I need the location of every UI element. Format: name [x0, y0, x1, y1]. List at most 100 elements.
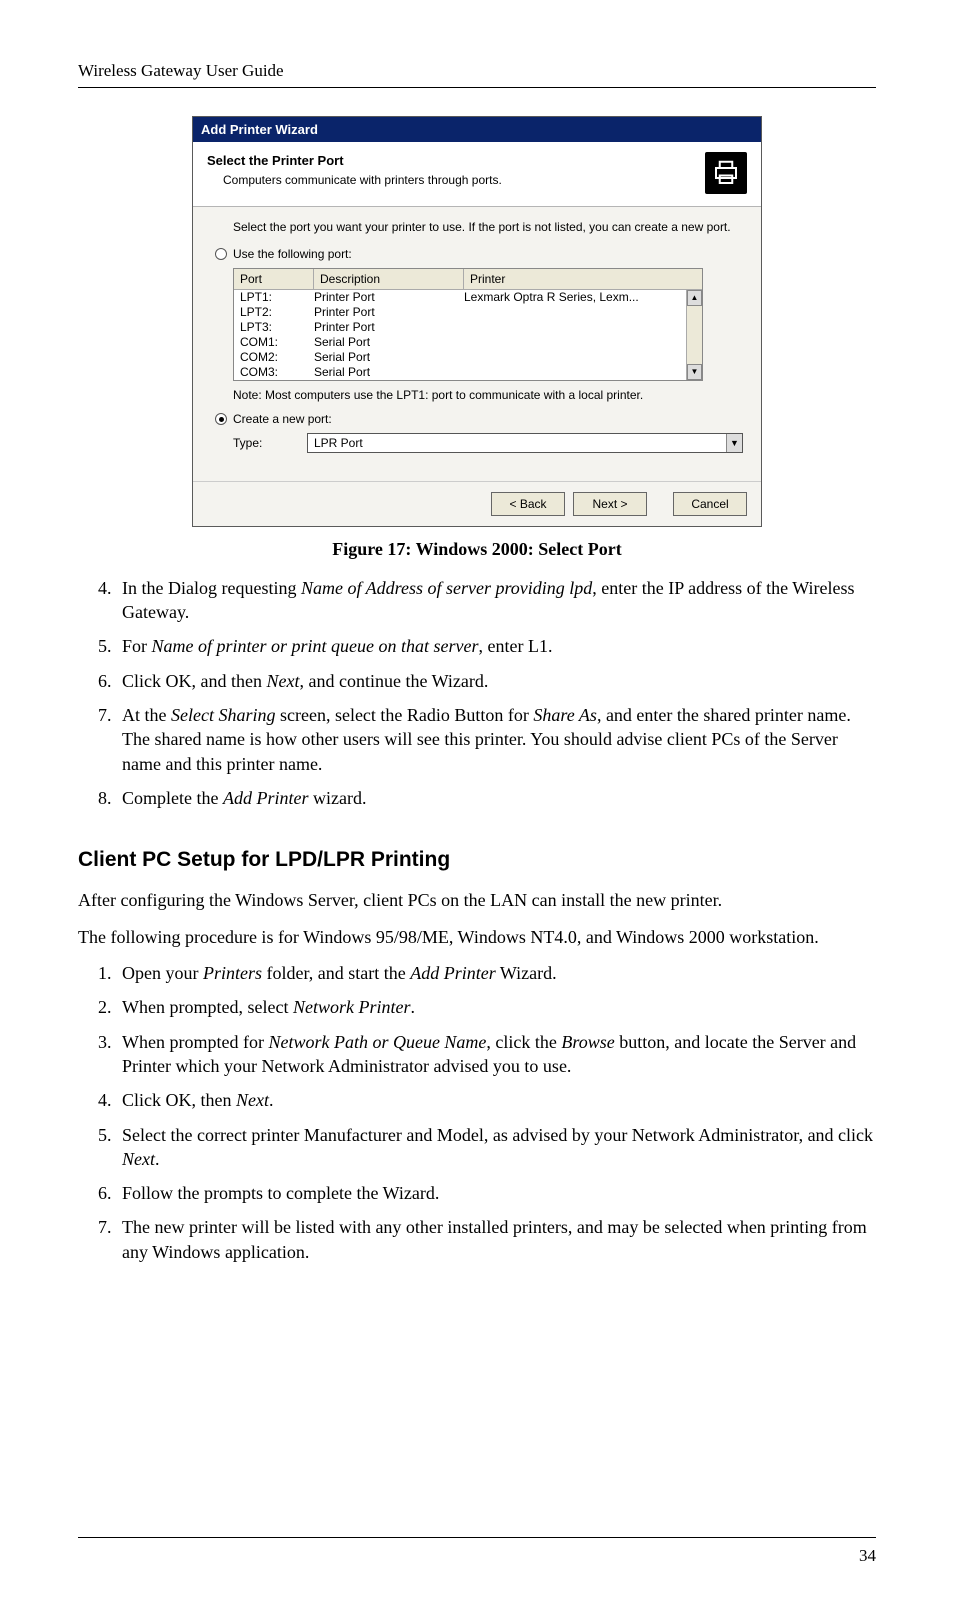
cell-desc: Serial Port [314, 365, 464, 380]
type-label: Type: [233, 435, 293, 451]
cell-desc: Printer Port [314, 305, 464, 320]
table-row[interactable]: LPT3: Printer Port [234, 320, 702, 335]
back-button[interactable]: < Back [491, 492, 565, 516]
col-header-port[interactable]: Port [234, 269, 314, 289]
dialog-heading: Select the Printer Port [207, 152, 705, 170]
list-item: Click OK, and then Next, and continue th… [116, 669, 876, 693]
text: Open your [122, 963, 203, 983]
table-row[interactable]: LPT2: Printer Port [234, 305, 702, 320]
radio-icon [215, 413, 227, 425]
text: Complete the [122, 788, 223, 808]
list-item: The new printer will be listed with any … [116, 1215, 876, 1264]
radio-use-following-port[interactable]: Use the following port: [215, 246, 743, 262]
table-row[interactable]: LPT1: Printer Port Lexmark Optra R Serie… [234, 290, 702, 305]
dialog-subheading: Computers communicate with printers thro… [223, 172, 705, 188]
list-item: At the Select Sharing screen, select the… [116, 703, 876, 776]
type-select[interactable]: LPR Port ▼ [307, 433, 743, 453]
radio-icon [215, 248, 227, 260]
scroll-down-icon[interactable]: ▼ [687, 364, 702, 380]
cell-port: LPT1: [240, 290, 314, 305]
text-italic: Next [122, 1149, 155, 1169]
dialog-body: Select the port you want your printer to… [193, 207, 761, 463]
cell-port: LPT3: [240, 320, 314, 335]
scroll-up-icon[interactable]: ▲ [687, 290, 702, 306]
text: Select the correct printer Manufacturer … [122, 1125, 873, 1145]
port-note: Note: Most computers use the LPT1: port … [233, 387, 743, 403]
port-table: Port Description Printer LPT1: Printer P… [233, 268, 703, 381]
text: . [155, 1149, 160, 1169]
chevron-down-icon[interactable]: ▼ [726, 434, 742, 452]
radio-label: Create a new port: [233, 411, 332, 427]
text: . [269, 1090, 274, 1110]
cell-printer [464, 320, 696, 335]
text-italic: Add Printer [410, 963, 496, 983]
list-item: Complete the Add Printer wizard. [116, 786, 876, 810]
text: Wizard. [496, 963, 557, 983]
text-italic: Select Sharing [171, 705, 275, 725]
text: wizard. [308, 788, 366, 808]
scrollbar[interactable]: ▲ ▼ [686, 290, 702, 380]
text-italic: Printers [203, 963, 262, 983]
text: , click the [486, 1032, 561, 1052]
cell-printer [464, 365, 696, 380]
port-table-header: Port Description Printer [234, 269, 702, 290]
text-italic: Share As [533, 705, 597, 725]
cell-desc: Printer Port [314, 290, 464, 305]
cell-desc: Serial Port [314, 335, 464, 350]
steps-list-a: In the Dialog requesting Name of Address… [78, 576, 876, 810]
port-rows: LPT1: Printer Port Lexmark Optra R Serie… [234, 290, 702, 380]
figure-caption: Figure 17: Windows 2000: Select Port [78, 537, 876, 561]
col-header-printer[interactable]: Printer [464, 269, 702, 289]
text: When prompted, select [122, 997, 293, 1017]
radio-create-new-port[interactable]: Create a new port: [215, 411, 743, 427]
cell-port: LPT2: [240, 305, 314, 320]
type-row: Type: LPR Port ▼ [233, 433, 743, 453]
table-row[interactable]: COM2: Serial Port [234, 350, 702, 365]
cell-printer [464, 335, 696, 350]
list-item: Click OK, then Next. [116, 1088, 876, 1112]
radio-label: Use the following port: [233, 246, 352, 262]
add-printer-wizard-dialog: Add Printer Wizard Select the Printer Po… [192, 116, 762, 527]
list-item: Select the correct printer Manufacturer … [116, 1123, 876, 1172]
cell-port: COM3: [240, 365, 314, 380]
cell-port: COM2: [240, 350, 314, 365]
text: screen, select the Radio Button for [275, 705, 533, 725]
section-heading: Client PC Setup for LPD/LPR Printing [78, 846, 876, 874]
cell-printer [464, 350, 696, 365]
col-header-description[interactable]: Description [314, 269, 464, 289]
figure-container: Add Printer Wizard Select the Printer Po… [192, 116, 762, 527]
text: In the Dialog requesting [122, 578, 301, 598]
text-italic: Name of printer or print queue on that s… [152, 636, 479, 656]
text: Click OK, and then [122, 671, 266, 691]
text: For [122, 636, 152, 656]
list-item: When prompted for Network Path or Queue … [116, 1030, 876, 1079]
cancel-button[interactable]: Cancel [673, 492, 747, 516]
cell-printer [464, 305, 696, 320]
list-item: For Name of printer or print queue on th… [116, 634, 876, 658]
dialog-titlebar: Add Printer Wizard [193, 117, 761, 143]
page-number: 34 [859, 1545, 876, 1568]
printer-icon [705, 152, 747, 194]
next-button[interactable]: Next > [573, 492, 647, 516]
text-italic: Network Path or Queue Name [268, 1032, 486, 1052]
cell-desc: Printer Port [314, 320, 464, 335]
cell-printer: Lexmark Optra R Series, Lexm... [464, 290, 696, 305]
table-row[interactable]: COM3: Serial Port [234, 365, 702, 380]
text: folder, and start the [262, 963, 410, 983]
text-italic: Browse [561, 1032, 614, 1052]
page-header: Wireless Gateway User Guide [78, 60, 876, 88]
list-item: When prompted, select Network Printer. [116, 995, 876, 1019]
text: When prompted for [122, 1032, 268, 1052]
text-italic: Network Printer [293, 997, 411, 1017]
text-italic: Add Printer [223, 788, 309, 808]
type-select-value: LPR Port [314, 435, 363, 451]
text-italic: Name of Address of server providing lpd [301, 578, 592, 598]
text-italic: Next [266, 671, 299, 691]
text: . [410, 997, 415, 1017]
text: At the [122, 705, 171, 725]
dialog-footer: < Back Next > Cancel [193, 481, 761, 526]
paragraph: After configuring the Windows Server, cl… [78, 888, 876, 912]
table-row[interactable]: COM1: Serial Port [234, 335, 702, 350]
footer-divider [78, 1537, 876, 1538]
cell-port: COM1: [240, 335, 314, 350]
